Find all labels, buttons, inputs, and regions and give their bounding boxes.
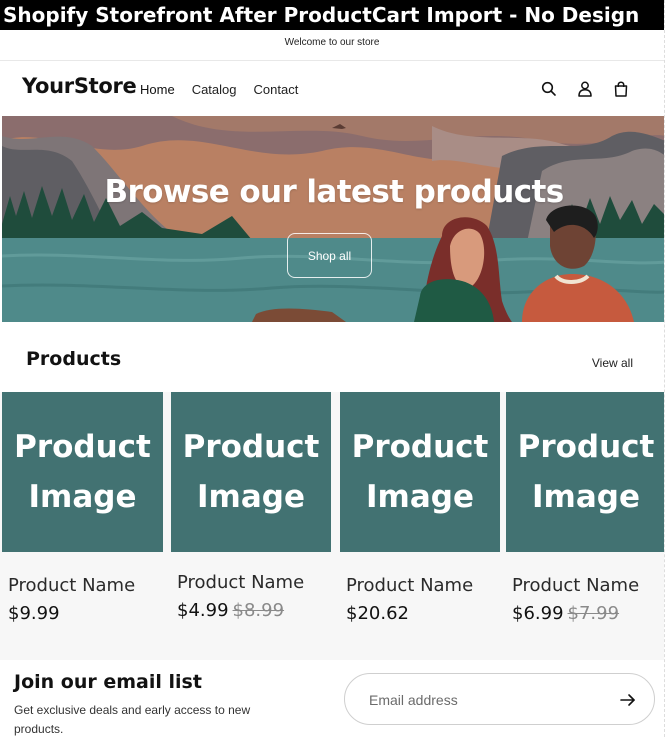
product-price: $6.99 $7.99 (512, 603, 619, 624)
store-logo[interactable]: YourStore (22, 74, 137, 98)
arrow-right-icon[interactable] (618, 690, 638, 710)
announcement-bar: Welcome to our store (284, 37, 380, 48)
screenshot-title-banner: Shopify Storefront After ProductCart Imp… (0, 0, 664, 30)
compare-at-price: $8.99 (232, 600, 285, 621)
product-name[interactable]: Product Name (346, 575, 473, 596)
product-image-placeholder[interactable]: Product Image (2, 392, 163, 552)
product-image-text: Product (182, 429, 320, 465)
product-image-text: Image (197, 479, 305, 515)
sale-price: $20.62 (346, 603, 409, 624)
product-image-placeholder[interactable]: Product Image (340, 392, 500, 552)
newsletter-subtitle: Get exclusive deals and early access to … (14, 703, 251, 736)
cart-icon[interactable] (612, 80, 630, 98)
sale-price: $4.99 (177, 600, 229, 621)
product-image-placeholder[interactable]: Product Image (506, 392, 666, 552)
product-card[interactable]: Product Image Product Name $4.99 $8.99 (171, 392, 331, 621)
newsletter-title: Join our email list (14, 671, 202, 693)
product-card[interactable]: Product Image Product Name $20.62 (340, 392, 500, 624)
email-input[interactable] (369, 688, 609, 712)
product-image-text: Product (517, 429, 655, 465)
product-name[interactable]: Product Name (512, 575, 639, 596)
product-price: $9.99 (8, 603, 60, 624)
products-section-title: Products (26, 348, 122, 370)
compare-at-price: $7.99 (567, 603, 620, 624)
account-icon[interactable] (576, 80, 594, 98)
product-card[interactable]: Product Image Product Name $9.99 (2, 392, 163, 624)
hero-illustration (2, 116, 666, 322)
product-image-text: Image (28, 479, 137, 515)
product-image-placeholder[interactable]: Product Image (171, 392, 331, 552)
hero-heading: Browse our latest products (104, 174, 564, 210)
product-name[interactable]: Product Name (8, 575, 135, 596)
main-nav: Home Catalog Contact (140, 82, 298, 97)
product-image-text: Product (351, 429, 489, 465)
product-card[interactable]: Product Image Product Name $6.99 $7.99 (506, 392, 666, 624)
site-header: YourStore Home Catalog Contact (0, 60, 664, 116)
sale-price: $6.99 (512, 603, 564, 624)
product-price: $4.99 $8.99 (177, 600, 284, 621)
product-image-text: Image (366, 479, 474, 515)
sale-price: $9.99 (8, 603, 60, 624)
hero-banner: Browse our latest products Shop all (2, 116, 666, 322)
nav-contact[interactable]: Contact (254, 82, 299, 97)
product-name[interactable]: Product Name (177, 572, 304, 593)
product-image-text: Image (532, 479, 640, 515)
search-icon[interactable] (540, 80, 558, 98)
product-image-text: Product (14, 429, 151, 465)
nav-home[interactable]: Home (140, 82, 175, 97)
header-icons (540, 80, 630, 98)
nav-catalog[interactable]: Catalog (192, 82, 237, 97)
shop-all-button[interactable]: Shop all (287, 233, 372, 278)
view-all-link[interactable]: View all (592, 356, 633, 370)
email-signup-form (344, 673, 655, 725)
page-edge (664, 0, 670, 737)
product-price: $20.62 (346, 603, 409, 624)
